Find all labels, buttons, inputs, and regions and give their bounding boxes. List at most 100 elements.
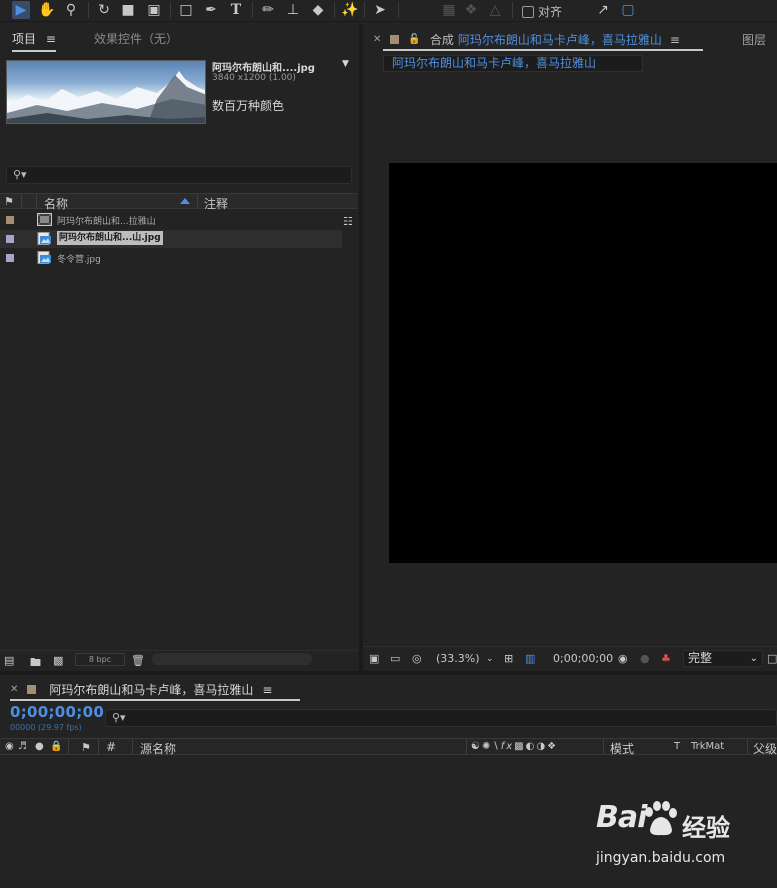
zoom-tool-icon[interactable]: ⚲	[62, 1, 80, 19]
column-name[interactable]: 名称	[44, 195, 68, 212]
lock-icon[interactable]: 🔒	[50, 741, 62, 752]
snap-toggle[interactable]: 对齐	[522, 3, 562, 20]
always-preview-icon[interactable]: ▣	[369, 652, 379, 665]
tab-composition[interactable]: ✕ 🔓 合成 阿玛尔布朗山和马卡卢峰，喜马拉雅山 ≡	[373, 31, 680, 48]
column-layer-number[interactable]: #	[106, 740, 116, 754]
column-divider	[68, 739, 69, 754]
solo-icon[interactable]: ●	[35, 741, 44, 752]
column-source-name[interactable]: 源名称	[140, 740, 176, 757]
project-search-input[interactable]: ⚲▾	[6, 166, 352, 184]
snapshot-icon[interactable]: ◉	[618, 652, 628, 665]
column-parent[interactable]: 父级	[753, 740, 777, 757]
panel-menu-icon[interactable]: ≡	[670, 33, 680, 47]
clone-stamp-tool-icon[interactable]: ⊥	[284, 1, 302, 19]
snap-checkbox[interactable]	[522, 5, 534, 18]
pen-tool-icon[interactable]: ✒	[202, 1, 220, 19]
active-tab-indicator	[383, 49, 703, 51]
column-preserve-transparency[interactable]: T	[674, 741, 680, 752]
roto-brush-tool-icon[interactable]: ✨	[341, 1, 359, 19]
timeline-comp-name: 阿玛尔布朗山和马卡卢峰，喜马拉雅山	[49, 683, 254, 697]
show-snapshot-icon[interactable]: ●	[640, 652, 650, 665]
label-color-swatch[interactable]	[6, 216, 14, 224]
comp-tab-prefix: 合成	[429, 33, 454, 47]
puppet-pin-tool-icon[interactable]: ➤	[371, 1, 389, 19]
image-file-icon	[37, 232, 51, 245]
tab-project-label: 项目	[12, 32, 37, 46]
chevron-down-icon[interactable]: ⌄	[486, 654, 494, 664]
column-divider	[747, 739, 748, 754]
flowchart-icon[interactable]: ☷	[343, 215, 353, 228]
transparency-grid-icon[interactable]: ▥	[525, 652, 535, 665]
sort-ascending-icon[interactable]	[180, 198, 190, 204]
tab-layer[interactable]: 图层	[742, 31, 766, 48]
eraser-tool-icon[interactable]: ◆	[309, 1, 327, 19]
new-composition-icon[interactable]: ▩	[53, 654, 63, 667]
preview-dropdown-icon[interactable]: ▼	[342, 59, 349, 69]
axis-local-icon[interactable]: ▦	[440, 1, 458, 19]
video-visibility-icon[interactable]: ◉	[5, 741, 14, 752]
tab-timeline-comp[interactable]: ✕ 阿玛尔布朗山和马卡卢峰，喜马拉雅山 ≡	[10, 681, 272, 698]
composition-viewer[interactable]	[389, 163, 777, 563]
hand-tool-icon[interactable]: ✋	[38, 1, 56, 19]
column-mode[interactable]: 模式	[610, 740, 634, 757]
panel-menu-icon[interactable]: ≡	[262, 683, 272, 697]
comp-tab-name: 阿玛尔布朗山和马卡卢峰，喜马拉雅山	[457, 33, 662, 47]
column-divider	[603, 739, 604, 754]
pan-behind-tool-icon[interactable]: ▣	[145, 1, 163, 19]
preview-dimensions: 3840 x1200 (1.00)	[212, 73, 296, 83]
current-time-display[interactable]: 0;00;00;00	[553, 652, 613, 665]
type-tool-icon[interactable]: T	[227, 1, 245, 19]
panel-menu-icon[interactable]: ≡	[46, 32, 56, 46]
snap-feature-icon[interactable]: ▢	[619, 1, 637, 19]
column-track-matte[interactable]: TrkMat	[691, 741, 724, 752]
tab-effect-controls[interactable]: 效果控件（无）	[94, 30, 178, 47]
comp-label-color	[27, 685, 37, 694]
rectangle-tool-icon[interactable]: □	[177, 1, 195, 19]
close-icon[interactable]: ✕	[373, 34, 381, 45]
active-tab-indicator	[10, 699, 300, 701]
column-comment[interactable]: 注释	[204, 195, 228, 212]
color-channels-icon[interactable]: ♣	[661, 652, 671, 665]
chevron-down-icon: ⌄	[749, 653, 758, 664]
project-item-footage[interactable]: 冬令营.jpg	[0, 249, 342, 267]
preview-color-info: 数百万种颜色	[212, 99, 285, 113]
color-depth-button[interactable]: 8 bpc	[75, 653, 125, 666]
label-column-icon[interactable]: ⚑	[4, 195, 14, 208]
comp-breadcrumb[interactable]: 阿玛尔布朗山和马卡卢峰，喜马拉雅山	[383, 55, 643, 72]
magnification-dropdown[interactable]: (33.3%)	[436, 652, 480, 665]
footage-thumbnail	[6, 60, 206, 124]
lock-icon[interactable]: 🔓	[408, 34, 420, 45]
project-item-label: 阿玛尔布朗山和...拉雅山	[57, 217, 156, 227]
resolution-dropdown[interactable]: 完整 ⌄	[683, 650, 763, 667]
brush-tool-icon[interactable]: ✏	[259, 1, 277, 19]
snap-options-icon[interactable]: ↗	[594, 1, 612, 19]
interpret-footage-icon[interactable]: ▤	[4, 654, 14, 667]
project-item-composition[interactable]: 阿玛尔布朗山和...拉雅山	[0, 211, 342, 229]
tab-project[interactable]: 项目 ≡	[12, 30, 56, 52]
axis-world-icon[interactable]: ❖	[462, 1, 480, 19]
label-column-icon[interactable]: ⚑	[81, 741, 91, 754]
timeline-current-time[interactable]: 0;00;00;00	[10, 703, 104, 721]
camera-tool-icon[interactable]: ■	[119, 1, 137, 19]
layer-switches-icons[interactable]: ☯✺∖fx▩◐◑❖	[471, 741, 558, 752]
mask-visibility-icon[interactable]: ◎	[412, 652, 422, 665]
audio-icon[interactable]: ♬	[18, 741, 27, 752]
axis-view-icon[interactable]: △	[486, 1, 504, 19]
timeline-search-input[interactable]: ⚲▾	[105, 709, 777, 727]
selection-tool-icon[interactable]: ▶	[12, 1, 30, 19]
label-color-swatch[interactable]	[6, 254, 14, 262]
region-of-interest-icon[interactable]: □	[767, 652, 777, 665]
trash-icon[interactable]: 🗑	[131, 654, 145, 667]
project-horizontal-scrollbar[interactable]	[152, 653, 312, 665]
composition-panel: ✕ 🔓 合成 阿玛尔布朗山和马卡卢峰，喜马拉雅山 ≡ 图层 阿玛尔布朗山和马卡卢…	[363, 24, 777, 671]
toolbar-divider	[364, 2, 365, 18]
close-icon[interactable]: ✕	[10, 684, 18, 695]
rotate-tool-icon[interactable]: ↻	[95, 1, 113, 19]
timeline-frame-count: 00000 (29.97 fps)	[10, 723, 82, 732]
monitor-icon[interactable]: ▭	[390, 652, 400, 665]
label-color-swatch[interactable]	[6, 235, 14, 243]
project-item-footage-selected[interactable]: 阿玛尔布朗山和...山.jpg	[0, 230, 342, 248]
column-divider	[197, 194, 198, 208]
project-item-label: 阿玛尔布朗山和...山.jpg	[57, 231, 163, 245]
grid-guides-icon[interactable]: ⊞	[504, 652, 513, 665]
